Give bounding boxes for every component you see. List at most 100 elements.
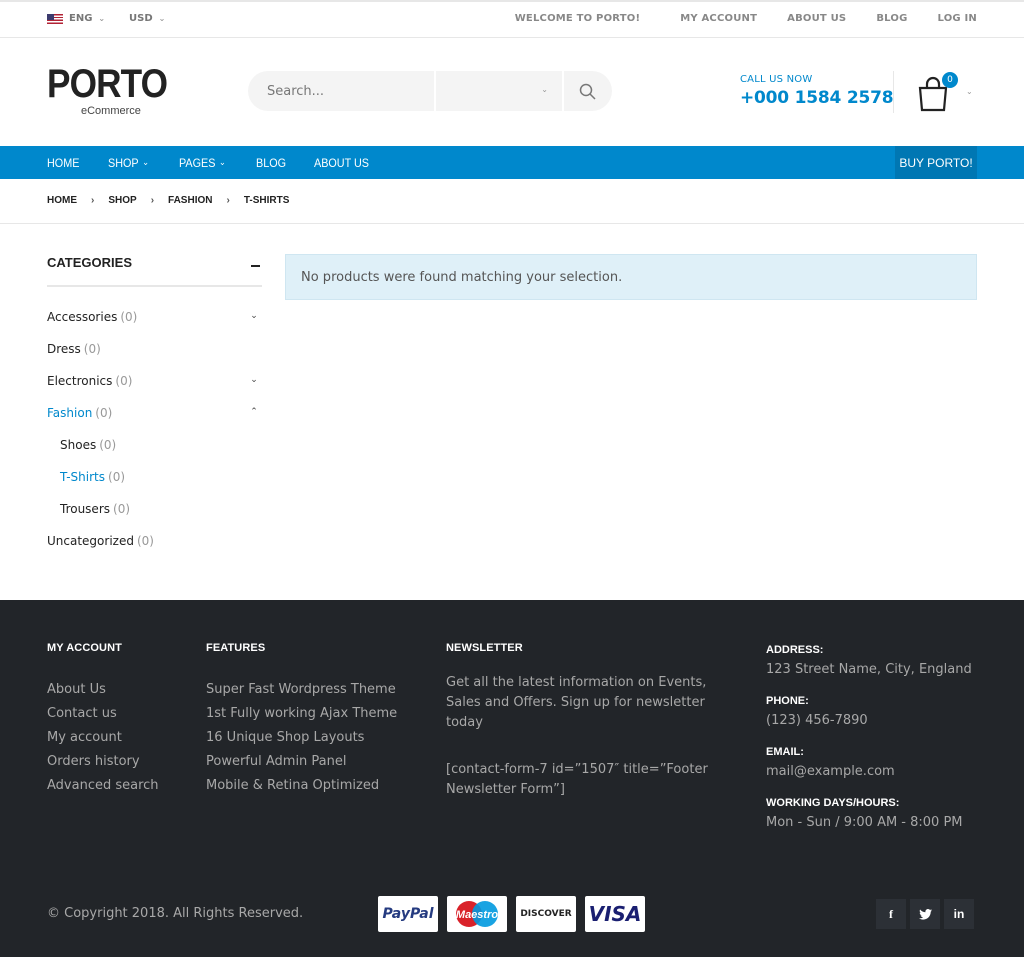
category-count: (0): [99, 438, 117, 452]
language-label: ENG: [69, 13, 93, 24]
categories-widget-header[interactable]: CATEGORIES: [47, 255, 262, 287]
category-item[interactable]: Trousers (0): [47, 493, 262, 525]
category-sidebar: CATEGORIES Accessories (0) ⌄ Dress (0) Electr…: [47, 255, 262, 557]
category-item[interactable]: Dress (0): [47, 333, 262, 365]
nav-item-about-us[interactable]: ABOUT US: [314, 156, 369, 170]
category-count: (0): [113, 502, 131, 516]
footer-feature-item[interactable]: 16 Unique Shop Layouts: [206, 726, 397, 750]
categories-title: CATEGORIES: [47, 255, 132, 270]
breadcrumb-current: T-SHIRTS: [243, 195, 290, 206]
category-name[interactable]: Trousers: [60, 502, 110, 516]
footer-feature-item[interactable]: Powerful Admin Panel: [206, 750, 397, 774]
logo-subtitle: eCommerce: [81, 105, 141, 117]
nav-item-blog[interactable]: BLOG: [256, 156, 286, 170]
no-products-notice: No products were found matching your sel…: [285, 254, 977, 300]
category-item[interactable]: Fashion (0) ⌃: [47, 397, 262, 429]
currency-switcher[interactable]: USD ⌄: [129, 13, 165, 24]
search-input[interactable]: Search...: [248, 71, 436, 111]
footer-link-orders-history[interactable]: Orders history: [47, 750, 159, 774]
footer-my-account: MY ACCOUNT About Us Contact us My accoun…: [47, 642, 159, 798]
email-label: EMAIL:: [766, 746, 804, 758]
top-link-about-us[interactable]: ABOUT US: [787, 13, 846, 24]
newsletter-text: Get all the latest information on Events…: [446, 675, 707, 730]
category-name[interactable]: Shoes: [60, 438, 96, 452]
nav-item-label: SHOP: [108, 155, 139, 170]
us-flag-icon: [47, 13, 63, 24]
category-name[interactable]: Electronics: [47, 374, 112, 388]
hours-value: Mon - Sun / 9:00 AM - 8:00 PM: [766, 815, 963, 830]
category-item[interactable]: T-Shirts (0): [47, 461, 262, 493]
linkedin-icon[interactable]: in: [944, 899, 974, 929]
buy-porto-button[interactable]: BUY PORTO!: [895, 146, 977, 179]
footer-link-advanced-search[interactable]: Advanced search: [47, 774, 159, 798]
footer-feature-item[interactable]: Mobile & Retina Optimized: [206, 774, 397, 798]
call-us-phone[interactable]: +000 1584 2578: [740, 88, 894, 108]
search-button[interactable]: [564, 71, 610, 111]
breadcrumb-shop[interactable]: SHOP: [108, 195, 136, 206]
category-name[interactable]: Uncategorized: [47, 534, 134, 548]
footer-contact: ADDRESS: 123 Street Name, City, England …: [766, 632, 972, 830]
search-bar: Search... ⌄: [248, 71, 612, 111]
category-item[interactable]: Accessories (0) ⌄: [47, 301, 262, 333]
footer-feature-item[interactable]: Super Fast Wordpress Theme: [206, 678, 397, 702]
nav-item-pages[interactable]: PAGES ⌄: [179, 156, 226, 170]
category-name[interactable]: Dress: [47, 342, 81, 356]
nav-item-label: HOME: [47, 155, 80, 170]
language-switcher[interactable]: ENG ⌄: [47, 13, 105, 24]
discover-icon: DISCOVER: [516, 896, 576, 932]
breadcrumb-separator-icon: ›: [226, 195, 230, 206]
search-category-select[interactable]: ⌄: [436, 71, 564, 111]
twitter-icon[interactable]: [910, 899, 940, 929]
payment-methods: PayPal Maestro DISCOVER VISA: [378, 896, 645, 932]
category-name[interactable]: Fashion: [47, 406, 92, 420]
top-link-blog[interactable]: BLOG: [876, 13, 907, 24]
header-divider: [893, 71, 894, 113]
footer-link-contact-us[interactable]: Contact us: [47, 702, 159, 726]
category-count: (0): [83, 342, 101, 356]
chevron-down-icon: ⌄: [541, 85, 548, 94]
category-item[interactable]: Electronics (0) ⌄: [47, 365, 262, 397]
footer-heading: NEWSLETTER: [446, 642, 523, 654]
visa-icon: VISA: [585, 896, 645, 932]
top-link-my-account[interactable]: MY ACCOUNT: [680, 13, 757, 24]
collapse-icon[interactable]: [251, 265, 260, 267]
category-name[interactable]: T-Shirts: [60, 470, 105, 484]
footer-feature-item[interactable]: 1st Fully working Ajax Theme: [206, 702, 397, 726]
breadcrumb-separator-icon: ›: [91, 195, 95, 206]
nav-item-shop[interactable]: SHOP ⌄: [108, 156, 149, 170]
svg-text:Maestro: Maestro: [456, 909, 498, 921]
call-us-block: CALL US NOW +000 1584 2578: [740, 74, 894, 108]
category-item[interactable]: Uncategorized (0): [47, 525, 262, 557]
category-count: (0): [115, 374, 133, 388]
facebook-icon[interactable]: f: [876, 899, 906, 929]
logo-word: PORTO: [47, 62, 168, 106]
phone-value[interactable]: (123) 456-7890: [766, 713, 972, 728]
footer-heading: FEATURES: [206, 642, 266, 654]
footer-link-my-account[interactable]: My account: [47, 726, 159, 750]
maestro-icon: Maestro: [447, 896, 507, 932]
nav-item-label: ABOUT US: [313, 155, 369, 170]
search-icon: [579, 83, 596, 100]
chevron-down-icon[interactable]: ⌄: [248, 374, 260, 386]
category-item[interactable]: Shoes (0): [47, 429, 262, 461]
chevron-down-icon: ⌄: [158, 14, 166, 23]
chevron-down-icon: ⌄: [966, 87, 973, 96]
currency-label: USD: [129, 13, 153, 24]
chevron-up-icon[interactable]: ⌃: [248, 406, 260, 418]
nav-item-home[interactable]: HOME: [47, 156, 79, 170]
address-label: ADDRESS:: [766, 644, 824, 656]
chevron-down-icon: ⌄: [98, 14, 106, 23]
chevron-down-icon[interactable]: ⌄: [248, 310, 260, 322]
category-list: Accessories (0) ⌄ Dress (0) Electronics (0) ⌄ Fa…: [47, 301, 262, 557]
social-links: f in: [876, 899, 974, 929]
footer-link-about-us[interactable]: About Us: [47, 678, 159, 702]
breadcrumb-fashion[interactable]: FASHION: [168, 195, 212, 206]
top-link-log-in[interactable]: LOG IN: [938, 13, 978, 24]
site-logo[interactable]: PORTO eCommerce: [47, 62, 168, 122]
breadcrumb-home[interactable]: HOME: [47, 195, 77, 206]
footer-features: FEATURES Super Fast Wordpress Theme 1st …: [206, 642, 397, 798]
email-value[interactable]: mail@example.com: [766, 764, 972, 779]
category-name[interactable]: Accessories: [47, 310, 117, 324]
breadcrumb: HOME › SHOP › FASHION › T-SHIRTS: [0, 179, 1024, 224]
mini-cart[interactable]: 0 ⌄: [916, 72, 978, 114]
